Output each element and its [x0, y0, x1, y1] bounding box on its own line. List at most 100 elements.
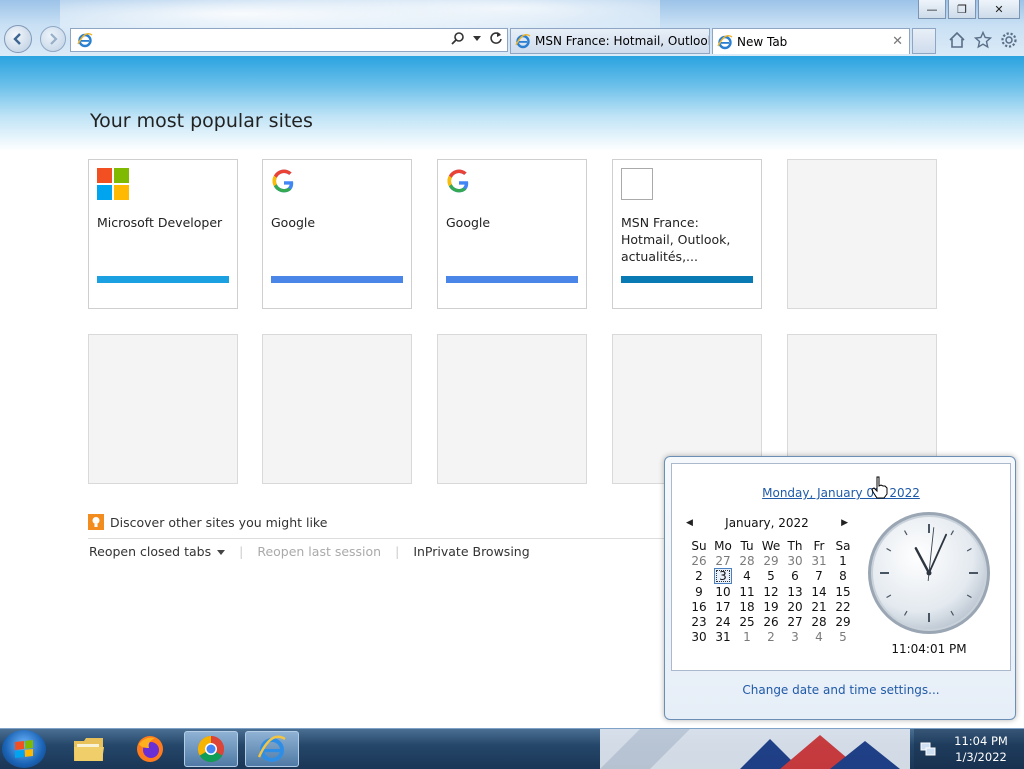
home-icon[interactable]	[948, 31, 966, 49]
network-icon[interactable]	[920, 741, 936, 757]
calendar-day[interactable]: 1	[735, 629, 759, 644]
calendar-day[interactable]: 30	[687, 629, 711, 644]
calendar-day[interactable]: 18	[735, 599, 759, 614]
calendar-day[interactable]: 24	[711, 614, 735, 629]
reopen-closed-tabs-button[interactable]: Reopen closed tabs	[89, 544, 226, 559]
tile-title: Google	[271, 215, 316, 230]
calendar-day[interactable]: 21	[807, 599, 831, 614]
calendar-day[interactable]: 27	[711, 553, 735, 568]
site-tile-microsoft-developer[interactable]: Microsoft Developer	[88, 159, 238, 309]
tile-title: Google	[446, 215, 491, 230]
weekday-header: Th	[787, 538, 803, 553]
calendar-day[interactable]: 14	[807, 584, 831, 599]
calendar-day[interactable]: 12	[759, 584, 783, 599]
month-label[interactable]: January, 2022	[725, 516, 809, 530]
calendar-day[interactable]: 29	[759, 553, 783, 568]
restore-button[interactable]: ❐	[948, 0, 976, 19]
calendar-day[interactable]: 9	[687, 584, 711, 599]
tile-title: MSN France: Hotmail, Outlook, actualités…	[621, 215, 731, 264]
calendar-day[interactable]: 25	[735, 614, 759, 629]
calendar-day[interactable]: 26	[759, 614, 783, 629]
favorites-star-icon[interactable]	[974, 31, 992, 49]
inprivate-browsing-link[interactable]: InPrivate Browsing	[413, 544, 529, 559]
next-month-icon[interactable]: ▶	[841, 518, 848, 528]
calendar-day[interactable]: 4	[735, 568, 759, 584]
internet-explorer-icon	[77, 32, 93, 48]
calendar-day[interactable]: 5	[831, 629, 855, 644]
tab-label: New Tab	[737, 34, 788, 49]
close-tab-icon[interactable]: ✕	[892, 34, 903, 49]
dropdown-arrow-icon[interactable]	[473, 34, 481, 42]
back-button[interactable]	[4, 25, 32, 53]
calendar-day[interactable]: 20	[783, 599, 807, 614]
calendar-day[interactable]: 11	[735, 584, 759, 599]
full-date-link[interactable]: Monday, January 03, 2022	[672, 486, 1010, 500]
start-button[interactable]	[2, 730, 46, 768]
previous-month-icon[interactable]: ◀	[686, 518, 693, 528]
calendar-day[interactable]: 26	[687, 553, 711, 568]
calendar-day[interactable]: 23	[687, 614, 711, 629]
calendar-day[interactable]: 6	[783, 568, 807, 584]
calendar-day[interactable]: 7	[807, 568, 831, 584]
tab-label: MSN France: Hotmail, Outlook...	[535, 34, 710, 48]
taskbar-firefox[interactable]	[123, 731, 177, 767]
calendar-day[interactable]: 17	[711, 599, 735, 614]
site-tile-google[interactable]: Google	[262, 159, 412, 309]
tab-new-tab[interactable]: New Tab ✕	[712, 28, 910, 54]
hand-cursor-icon	[871, 476, 888, 499]
taskbar-file-explorer[interactable]	[62, 731, 116, 767]
internet-explorer-icon	[717, 34, 733, 49]
microsoft-logo-icon	[97, 168, 129, 200]
calendar-day[interactable]: 13	[783, 584, 807, 599]
calendar-day[interactable]: 15	[831, 584, 855, 599]
site-tile-msn-france[interactable]: MSN France: Hotmail, Outlook, actualités…	[612, 159, 762, 309]
calendar-day[interactable]: 31	[711, 629, 735, 644]
calendar-day[interactable]: 28	[735, 553, 759, 568]
calendar-day[interactable]: 31	[807, 553, 831, 568]
reopen-closed-tabs-label: Reopen closed tabs	[89, 544, 212, 559]
weekday-header: Mo	[714, 538, 732, 553]
calendar-day[interactable]: 28	[807, 614, 831, 629]
calendar-day[interactable]: 8	[831, 568, 855, 584]
refresh-icon[interactable]	[489, 31, 503, 45]
google-logo-icon	[271, 168, 303, 200]
weekday-header: Tu	[740, 538, 754, 553]
calendar-day[interactable]: 1	[831, 553, 855, 568]
change-date-time-settings-link[interactable]: Change date and time settings...	[665, 683, 1017, 697]
discover-sites-link[interactable]: Discover other sites you might like	[88, 514, 327, 530]
calendar-day[interactable]: 4	[807, 629, 831, 644]
calendar-day[interactable]: 30	[783, 553, 807, 568]
toolbar-icons	[948, 31, 1018, 49]
minimize-button[interactable]: —	[918, 0, 946, 19]
weekday-header: Sa	[835, 538, 851, 553]
site-tile-google[interactable]: Google	[437, 159, 587, 309]
forward-button[interactable]	[40, 26, 66, 52]
address-bar[interactable]	[70, 28, 508, 52]
calendar-day[interactable]: 3	[711, 568, 735, 584]
lightbulb-icon	[88, 514, 104, 530]
page-actions: Reopen closed tabs | Reopen last session…	[89, 544, 530, 559]
calendar-day[interactable]: 16	[687, 599, 711, 614]
tray-clock[interactable]: 11:04 PM 1/3/2022	[944, 733, 1018, 765]
calendar-day[interactable]: 29	[831, 614, 855, 629]
file-explorer-icon	[74, 738, 104, 761]
calendar-day[interactable]: 5	[759, 568, 783, 584]
taskbar-internet-explorer[interactable]	[245, 731, 299, 767]
calendar-day[interactable]: 10	[711, 584, 735, 599]
tile-title: Microsoft Developer	[97, 215, 223, 230]
back-arrow-icon	[13, 33, 21, 45]
tab-msn-france[interactable]: MSN France: Hotmail, Outlook...	[510, 28, 710, 54]
settings-gear-icon[interactable]	[1000, 31, 1018, 49]
calendar-day[interactable]: 3	[783, 629, 807, 644]
calendar-day[interactable]: 22	[831, 599, 855, 614]
new-tab-button[interactable]	[912, 28, 936, 54]
calendar-day[interactable]: 2	[759, 629, 783, 644]
calendar-day[interactable]: 2	[687, 568, 711, 584]
calendar-day[interactable]: 19	[759, 599, 783, 614]
close-window-button[interactable]: ✕	[978, 0, 1020, 19]
internet-explorer-icon	[515, 33, 531, 49]
search-icon[interactable]	[451, 31, 465, 45]
calendar-day[interactable]: 27	[783, 614, 807, 629]
taskbar: 11:04 PM 1/3/2022	[0, 728, 1024, 769]
taskbar-chrome[interactable]	[184, 731, 238, 767]
